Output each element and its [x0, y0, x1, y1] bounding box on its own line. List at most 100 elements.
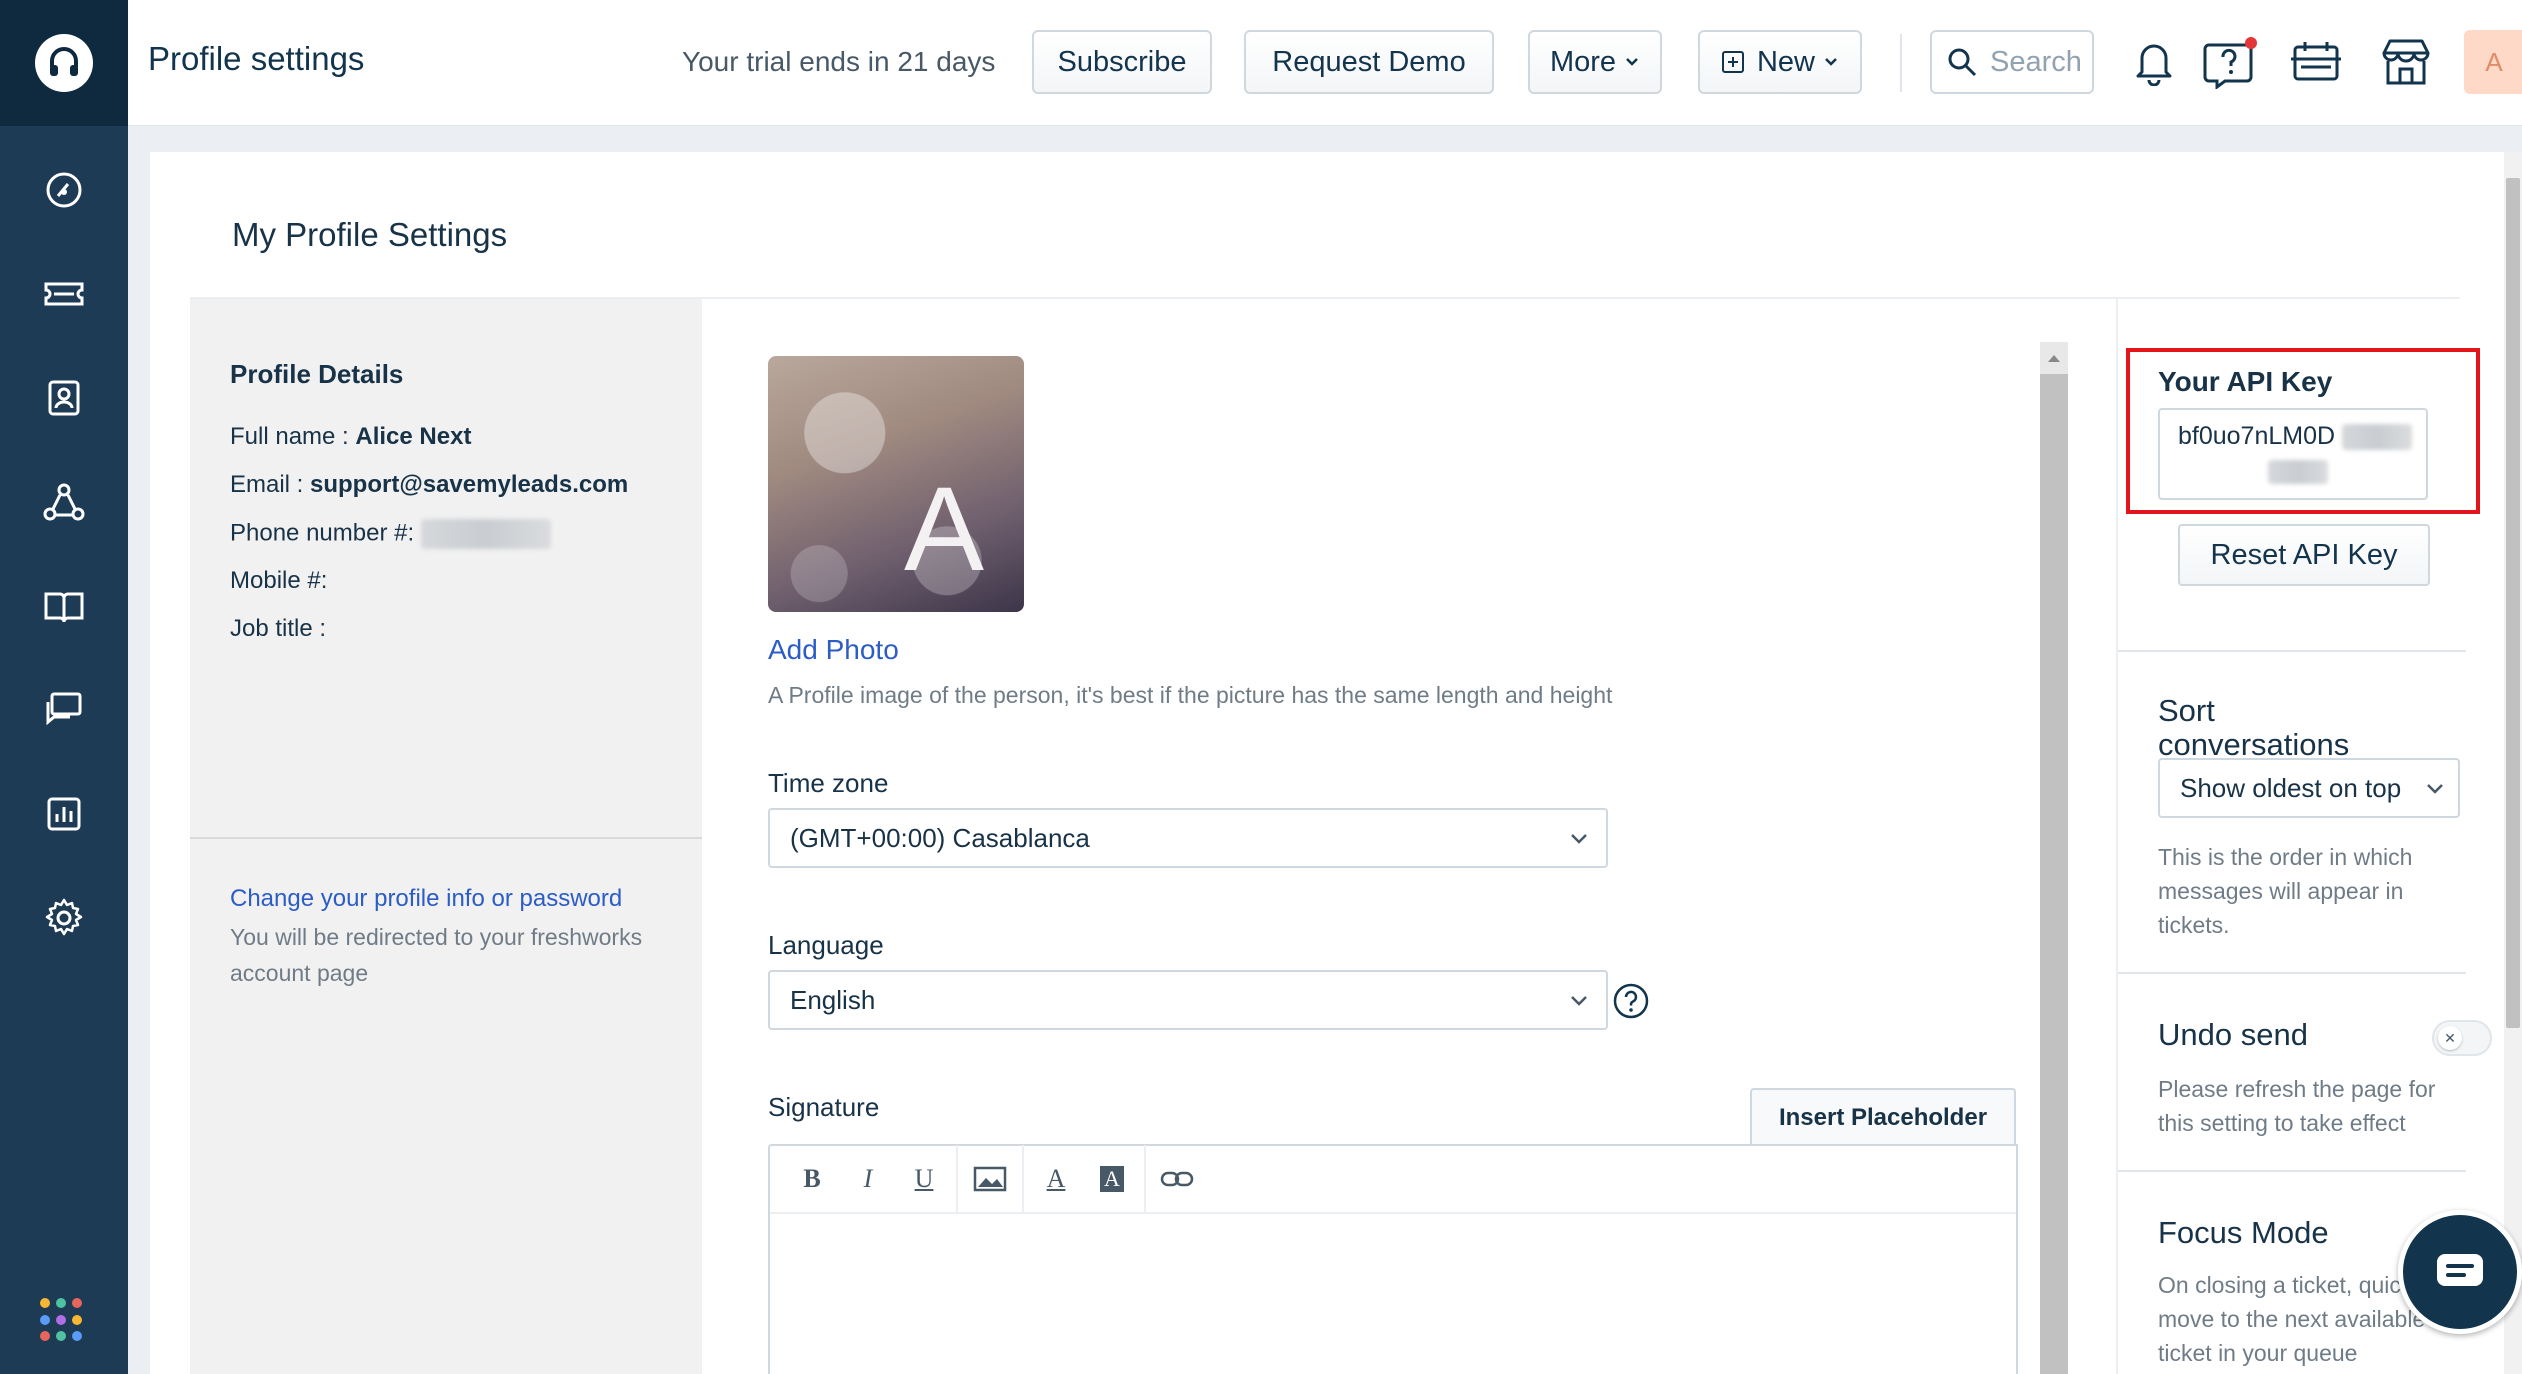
timezone-value: (GMT+00:00) Casablanca: [790, 822, 1090, 853]
plus-square-icon: [1721, 51, 1744, 73]
sidebar: [0, 0, 128, 1374]
api-key-title: Your API Key: [2158, 366, 2333, 397]
reset-api-key-button[interactable]: Reset API Key: [2178, 524, 2430, 586]
font-color-button[interactable]: A: [1028, 1153, 1084, 1205]
email-value: support@savemyleads.com: [310, 471, 629, 498]
user-avatar[interactable]: A: [2464, 30, 2522, 94]
profile-details-panel: Profile Details Full name : Alice Next E…: [190, 299, 702, 1374]
undo-send-toggle[interactable]: ✕: [2432, 1020, 2492, 1056]
undo-send-title: Undo send: [2158, 1017, 2308, 1052]
language-help-icon[interactable]: [1612, 982, 1650, 1020]
more-label: More: [1549, 45, 1617, 78]
sort-conversations-title: Sort conversations: [2158, 693, 2350, 762]
marketplace-store-icon[interactable]: [2376, 32, 2436, 92]
add-photo-link[interactable]: Add Photo: [768, 634, 899, 666]
photo-initial: A: [903, 462, 984, 596]
language-label: Language: [768, 930, 884, 960]
background-color-button[interactable]: A: [1084, 1153, 1140, 1205]
phone-row: Phone number #:: [230, 519, 551, 549]
editor-toolbar: B I U A A: [770, 1145, 2016, 1214]
sort-order-select[interactable]: Show oldest on top: [2158, 758, 2460, 818]
mobile-label: Mobile #:: [230, 567, 328, 594]
chat-widget-button[interactable]: [2398, 1210, 2522, 1334]
chevron-down-icon: [1825, 58, 1837, 66]
dashboard-icon[interactable]: [34, 160, 94, 220]
profile-photo[interactable]: A: [768, 356, 1024, 612]
search-placeholder: Search: [1990, 45, 2082, 78]
api-key-blurred-line2: [2268, 460, 2328, 485]
undo-send-note: Please refresh the page for this setting…: [2158, 1076, 2436, 1136]
sort-note: This is the order in which messages will…: [2158, 844, 2413, 938]
groups-icon[interactable]: [34, 472, 94, 532]
tickets-icon[interactable]: [34, 264, 94, 324]
chevron-down-icon: [1626, 58, 1638, 66]
focus-mode-title: Focus Mode: [2158, 1215, 2329, 1250]
knowledge-base-icon[interactable]: [34, 576, 94, 636]
full-name-label: Full name :: [230, 423, 356, 450]
settings-title: My Profile Settings: [232, 216, 508, 253]
email-row: Email : support@savemyleads.com: [230, 471, 628, 499]
underline-button[interactable]: U: [896, 1153, 952, 1205]
scrollbar-thumb[interactable]: [2040, 374, 2068, 1374]
redirect-note: You will be redirected to your freshwork…: [230, 924, 643, 986]
email-label: Email :: [230, 471, 311, 498]
contacts-icon[interactable]: [34, 368, 94, 428]
more-dropdown-button[interactable]: More: [1528, 30, 1662, 94]
header-divider: [1900, 34, 1902, 92]
bold-button[interactable]: B: [784, 1153, 840, 1205]
background-color-label: A: [1100, 1166, 1124, 1192]
toolbar-divider: [956, 1145, 958, 1213]
apps-grid-icon[interactable]: [40, 1298, 84, 1342]
right-panel-divider: [2116, 299, 2118, 1374]
sort-section-divider: [2118, 972, 2466, 974]
headset-icon: [35, 34, 93, 92]
insert-image-icon[interactable]: [962, 1153, 1018, 1205]
toolbar-divider: [1144, 1145, 1146, 1213]
chat-bubble-icon: [2437, 1254, 2483, 1286]
page-title: Profile settings: [148, 40, 365, 77]
api-section-divider: [2118, 650, 2466, 652]
language-value: English: [790, 984, 876, 1015]
toolbar-divider: [1022, 1145, 1024, 1213]
api-key-value: bf0uo7nLM0D: [2178, 422, 2336, 450]
profile-divider: [190, 837, 702, 839]
full-name-value: Alice Next: [355, 423, 472, 450]
chevron-down-icon: [1571, 996, 1587, 1006]
form-scrollbar[interactable]: [2040, 342, 2068, 1374]
phone-value-blurred: [420, 519, 551, 549]
insert-placeholder-button[interactable]: Insert Placeholder: [1750, 1088, 2016, 1146]
language-select[interactable]: English: [768, 970, 1608, 1030]
scroll-up-arrow-icon[interactable]: [2046, 352, 2062, 364]
signature-label: Signature: [768, 1092, 880, 1122]
request-demo-button[interactable]: Request Demo: [1244, 30, 1494, 94]
help-icon[interactable]: [2200, 32, 2260, 92]
page-scrollbar-thumb[interactable]: [2506, 178, 2520, 1028]
notification-bell-icon[interactable]: [2124, 32, 2184, 92]
timezone-select[interactable]: (GMT+00:00) Casablanca: [768, 808, 1608, 868]
photo-hint: A Profile image of the person, it's best…: [768, 682, 1613, 708]
page-scrollbar[interactable]: [2504, 152, 2522, 1374]
signature-editor[interactable]: B I U A A: [768, 1144, 2018, 1374]
change-profile-link[interactable]: Change your profile info or password: [230, 885, 622, 913]
undo-section-divider: [2118, 1170, 2466, 1172]
chevron-down-icon: [2427, 784, 2443, 794]
job-title-label: Job title :: [230, 615, 327, 642]
conversations-icon[interactable]: [34, 680, 94, 740]
new-dropdown-button[interactable]: New: [1698, 30, 1862, 94]
timezone-label: Time zone: [768, 768, 889, 798]
chevron-down-icon: [1571, 834, 1587, 844]
calendar-icon[interactable]: [2286, 32, 2346, 92]
app-logo[interactable]: [0, 0, 128, 126]
api-key-field[interactable]: bf0uo7nLM0D: [2158, 408, 2428, 500]
italic-button[interactable]: I: [840, 1153, 896, 1205]
phone-label: Phone number #:: [230, 519, 415, 547]
sort-order-value: Show oldest on top: [2180, 772, 2402, 803]
settings-gear-icon[interactable]: [34, 888, 94, 948]
profile-details-title: Profile Details: [230, 359, 404, 389]
subscribe-button[interactable]: Subscribe: [1032, 30, 1212, 94]
search-input[interactable]: Search: [1930, 30, 2094, 94]
reports-icon[interactable]: [34, 784, 94, 844]
api-key-blurred: [2342, 424, 2413, 451]
search-icon: [1948, 48, 1977, 77]
insert-link-icon[interactable]: [1150, 1153, 1206, 1205]
